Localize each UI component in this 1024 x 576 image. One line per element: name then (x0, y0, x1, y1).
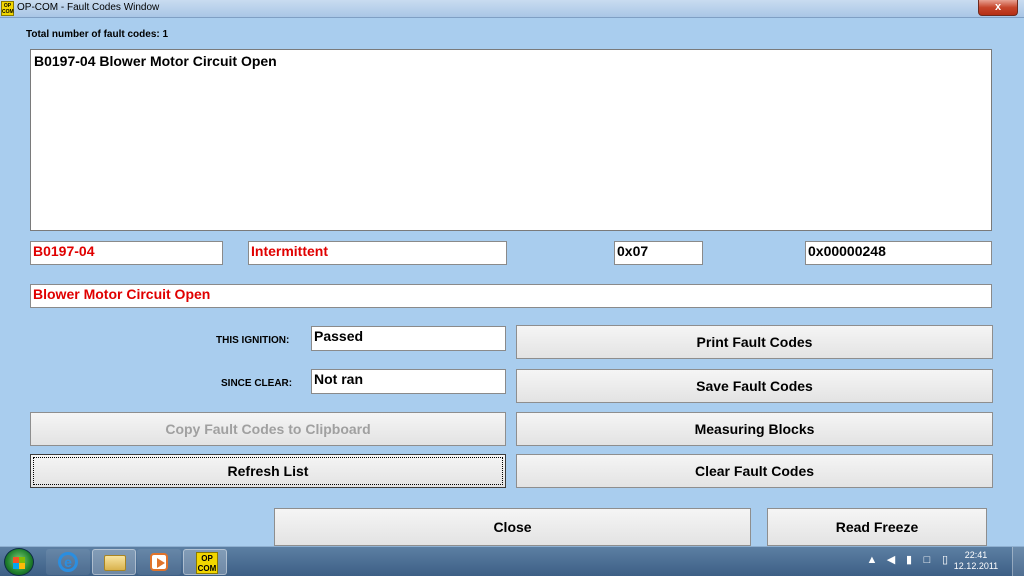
save-button-label: Save Fault Codes (696, 378, 813, 394)
windows-logo-icon (13, 557, 25, 569)
opcom-app-icon: OP COM (1, 1, 14, 16)
show-desktop-button[interactable] (1012, 547, 1024, 576)
print-fault-codes-button[interactable]: Print Fault Codes (516, 325, 993, 359)
taskbar-opcom[interactable]: OP COM (183, 549, 227, 575)
print-button-label: Print Fault Codes (696, 334, 813, 350)
tray-arrow-icon[interactable]: ▲ (866, 554, 878, 566)
taskbar-ie[interactable]: e (46, 549, 90, 575)
clock-time: 22:41 (964, 550, 988, 560)
system-clock[interactable]: 22:41 12.12.2011 (946, 550, 1006, 572)
copy-to-clipboard-button[interactable]: Copy Fault Codes to Clipboard (30, 412, 506, 446)
volume-icon[interactable]: ◀ (885, 554, 897, 566)
window-title: OP-COM - Fault Codes Window (17, 2, 160, 13)
taskbar-explorer[interactable] (92, 549, 136, 575)
total-label-text: Total number of fault codes: (26, 29, 160, 40)
this-ignition-field[interactable]: Passed (311, 326, 506, 351)
address-field[interactable]: 0x00000248 (805, 241, 992, 265)
network-icon[interactable]: ▮ (903, 554, 915, 566)
save-fault-codes-button[interactable]: Save Fault Codes (516, 369, 993, 403)
this-ignition-label: THIS IGNITION: (216, 335, 290, 346)
read-freeze-button-label: Read Freeze (835, 519, 919, 535)
refresh-list-button[interactable]: Refresh List (30, 454, 506, 488)
taskbar: e OP COM ▲ ◀ ▮ □ ▯ 22:41 12.12.2011 (0, 546, 1024, 576)
close-button-label: Close (493, 519, 532, 535)
status-byte-field[interactable]: 0x07 (614, 241, 703, 265)
measuring-blocks-button[interactable]: Measuring Blocks (516, 412, 993, 446)
refresh-button-label: Refresh List (227, 463, 309, 479)
title-bar[interactable]: OP COM OP-COM - Fault Codes Window x (0, 0, 1024, 18)
close-button[interactable]: Close (274, 508, 751, 546)
taskbar-media-player[interactable] (137, 549, 181, 575)
clock-date: 12.12.2011 (953, 561, 999, 571)
read-freeze-button[interactable]: Read Freeze (767, 508, 987, 546)
measuring-button-label: Measuring Blocks (694, 421, 815, 437)
fault-status-field[interactable]: Intermittent (248, 241, 507, 265)
fault-list-item[interactable]: B0197-04 Blower Motor Circuit Open (34, 53, 277, 69)
close-icon: x (994, 1, 1002, 13)
display-icon[interactable]: □ (921, 554, 933, 566)
fault-code-list[interactable]: B0197-04 Blower Motor Circuit Open (30, 49, 992, 231)
since-clear-label: SINCE CLEAR: (221, 378, 293, 389)
clear-fault-codes-button[interactable]: Clear Fault Codes (516, 454, 993, 488)
clear-button-label: Clear Fault Codes (694, 463, 815, 479)
total-fault-codes-label: Total number of fault codes: 1 (26, 29, 168, 40)
fault-code-field[interactable]: B0197-04 (30, 241, 223, 265)
start-button[interactable] (4, 548, 34, 576)
internet-explorer-icon: e (58, 552, 78, 572)
app-icon-text: OP COM (2, 3, 14, 15)
window-close-button[interactable]: x (978, 0, 1018, 16)
total-count: 1 (162, 29, 169, 40)
opcom-taskbar-icon: OP COM (196, 552, 218, 574)
media-player-icon (150, 553, 168, 571)
folder-icon (104, 555, 126, 571)
opcom-taskbar-text: OP COM (197, 554, 217, 573)
copy-button-label: Copy Fault Codes to Clipboard (165, 421, 371, 437)
fault-description-field[interactable]: Blower Motor Circuit Open (30, 284, 992, 308)
since-clear-field[interactable]: Not ran (311, 369, 506, 394)
